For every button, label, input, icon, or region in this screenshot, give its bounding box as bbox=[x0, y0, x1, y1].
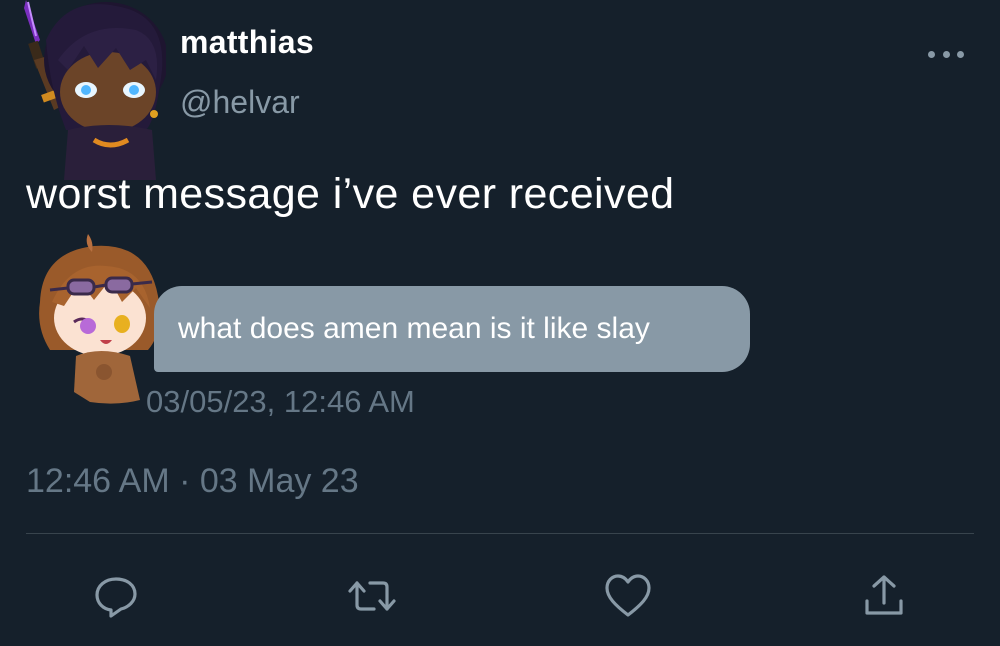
divider bbox=[26, 533, 974, 534]
message-text: what does amen mean is it like slay bbox=[178, 312, 650, 345]
display-name[interactable]: matthias bbox=[180, 24, 314, 61]
message-bubble[interactable]: what does amen mean is it like slay bbox=[154, 286, 750, 372]
author-avatar[interactable] bbox=[6, 0, 168, 180]
tweet-timestamp[interactable]: 12:46 AM · 03 May 23 bbox=[26, 462, 359, 501]
user-handle[interactable]: @helvar bbox=[180, 84, 300, 121]
message-timestamp: 03/05/23, 12:46 AM bbox=[146, 384, 415, 419]
retweet-icon bbox=[348, 581, 396, 611]
dot bbox=[942, 50, 950, 58]
like-button[interactable] bbox=[600, 568, 656, 624]
like-icon bbox=[605, 574, 651, 617]
share-icon bbox=[865, 575, 903, 615]
message-sender-avatar bbox=[30, 232, 170, 404]
reply-icon bbox=[95, 577, 137, 618]
tweet-text: worst message i’ve ever received bbox=[26, 170, 675, 218]
dot bbox=[957, 50, 964, 58]
dot bbox=[928, 50, 935, 58]
reply-button[interactable] bbox=[88, 568, 144, 624]
retweet-button[interactable] bbox=[344, 568, 400, 624]
more-options-icon[interactable] bbox=[928, 44, 964, 64]
share-button[interactable] bbox=[856, 568, 912, 624]
